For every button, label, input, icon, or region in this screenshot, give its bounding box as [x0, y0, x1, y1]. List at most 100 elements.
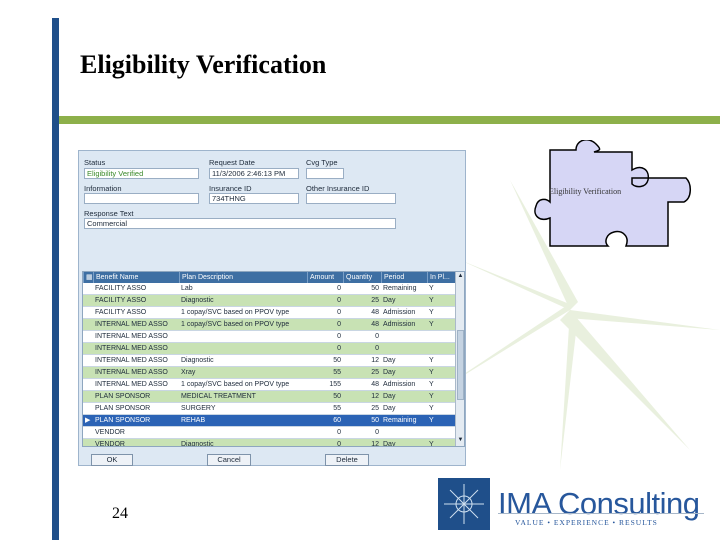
response-text-field[interactable]: Commercial: [84, 218, 396, 229]
row-selector[interactable]: [83, 355, 93, 367]
logo-tagline: VALUE • EXPERIENCE • RESULTS: [515, 518, 658, 527]
grid-scrollbar[interactable]: ▲ ▼: [455, 272, 464, 446]
cell-quantity: 25: [371, 405, 379, 412]
table-row[interactable]: INTERNAL MED ASSO Xray 55 25 Day Y: [83, 367, 455, 379]
cell-plan: [179, 331, 307, 343]
logo-company-name: IMA Consulting: [498, 486, 700, 521]
table-row[interactable]: INTERNAL MED ASSO 0 0: [83, 343, 455, 355]
cell-inplan: Y: [429, 405, 434, 412]
information-label: Information: [84, 184, 122, 193]
row-selector[interactable]: [83, 427, 93, 439]
cell-plan: Diagnostic: [181, 441, 214, 447]
cell-amount: 0: [337, 285, 341, 292]
cell-plan: SURGERY: [181, 405, 216, 412]
cell-inplan: Y: [429, 417, 434, 424]
column-header-period[interactable]: Period: [381, 272, 427, 283]
scroll-thumb[interactable]: [457, 330, 464, 400]
status-field[interactable]: Eligibility Verified: [84, 168, 199, 179]
insurance-id-field[interactable]: 734THNG: [209, 193, 299, 204]
cancel-button[interactable]: Cancel: [207, 454, 251, 466]
table-row[interactable]: FACILITY ASSO Lab 0 50 Remaining Y: [83, 283, 455, 295]
cell-period: [381, 343, 427, 355]
cell-period: [381, 331, 427, 343]
cell-amount: 0: [337, 429, 341, 436]
cell-quantity: 25: [371, 297, 379, 304]
delete-button[interactable]: Delete: [325, 454, 369, 466]
insurance-id-label: Insurance ID: [209, 184, 252, 193]
column-header-amount[interactable]: Amount: [307, 272, 343, 283]
row-pointer-icon[interactable]: ▶: [83, 415, 93, 427]
table-row[interactable]: FACILITY ASSO Diagnostic 0 25 Day Y: [83, 295, 455, 307]
cell-quantity: 48: [371, 309, 379, 316]
cell-quantity: 50: [371, 417, 379, 424]
cell-benefit: VENDOR: [95, 441, 125, 447]
cell-inplan: Y: [429, 297, 434, 304]
row-selector[interactable]: [83, 319, 93, 331]
cell-benefit: PLAN SPONSOR: [95, 405, 151, 412]
cell-quantity: 0: [375, 333, 379, 340]
cell-inplan: Y: [429, 393, 434, 400]
eligibility-dialog: Status Eligibility Verified Request Date…: [78, 150, 466, 466]
cell-period: Remaining: [383, 417, 417, 424]
table-row[interactable]: INTERNAL MED ASSO 0 0: [83, 331, 455, 343]
table-row[interactable]: INTERNAL MED ASSO 1 copay/SVC based on PP…: [83, 379, 455, 391]
cell-amount: 0: [337, 345, 341, 352]
cell-amount: 60: [333, 417, 341, 424]
cell-quantity: 50: [371, 285, 379, 292]
cell-inplan: Y: [429, 441, 434, 447]
scroll-down-icon[interactable]: ▼: [456, 436, 464, 445]
table-row[interactable]: INTERNAL MED ASSO 1 copay/SVC based on PP…: [83, 319, 455, 331]
cell-amount: 0: [337, 441, 341, 447]
status-label: Status: [84, 158, 106, 167]
cell-plan: Diagnostic: [181, 297, 214, 304]
row-selector[interactable]: [83, 391, 93, 403]
table-row[interactable]: PLAN SPONSOR MEDICAL TREATMENT 50 12 Day Y: [83, 391, 455, 403]
cell-amount: 0: [337, 297, 341, 304]
column-header-plan-description[interactable]: Plan Description: [179, 272, 307, 283]
cvg-type-label: Cvg Type: [306, 158, 338, 167]
cell-period: [381, 427, 427, 439]
information-field[interactable]: [84, 193, 199, 204]
cell-quantity: 0: [375, 345, 379, 352]
table-row[interactable]: VENDOR 0 0: [83, 427, 455, 439]
row-selector[interactable]: [83, 379, 93, 391]
column-header-quantity[interactable]: Quantity: [343, 272, 381, 283]
column-header-benefit-name[interactable]: Benefit Name: [93, 272, 179, 283]
row-selector[interactable]: [83, 367, 93, 379]
row-selector[interactable]: [83, 331, 93, 343]
row-selector[interactable]: [83, 439, 93, 446]
row-selector[interactable]: [83, 307, 93, 319]
cvg-type-field[interactable]: [306, 168, 344, 179]
title-underline-bar: [59, 116, 720, 124]
cell-inplan: Y: [429, 357, 434, 364]
row-selector[interactable]: [83, 343, 93, 355]
request-date-field[interactable]: 11/3/2006 2:46:13 PM: [209, 168, 299, 179]
cell-plan: Diagnostic: [181, 357, 214, 364]
logo-divider: [498, 513, 704, 514]
other-insurance-id-field[interactable]: [306, 193, 396, 204]
cell-inplan: [427, 331, 455, 343]
cell-period: Day: [383, 405, 396, 412]
other-insurance-id-label: Other Insurance ID: [306, 184, 370, 193]
ok-button[interactable]: OK: [91, 454, 133, 466]
column-header-in-plan[interactable]: In Pl...: [427, 272, 455, 283]
table-row[interactable]: ▶ PLAN SPONSOR REHAB 60 50 Remaining Y: [83, 415, 455, 427]
row-selector[interactable]: [83, 283, 93, 295]
cell-plan: Lab: [181, 285, 193, 292]
table-row[interactable]: INTERNAL MED ASSO Diagnostic 50 12 Day Y: [83, 355, 455, 367]
cell-inplan: Y: [429, 369, 434, 376]
cell-quantity: 12: [371, 357, 379, 364]
row-selector[interactable]: [83, 295, 93, 307]
cell-period: Admission: [383, 321, 416, 328]
row-selector[interactable]: [83, 403, 93, 415]
scroll-up-icon[interactable]: ▲: [456, 272, 464, 281]
table-row[interactable]: VENDOR Diagnostic 0 12 Day Y: [83, 439, 455, 447]
cell-period: Day: [383, 369, 396, 376]
cell-benefit: INTERNAL MED ASSO: [95, 381, 168, 388]
cell-amount: 55: [333, 369, 341, 376]
table-row[interactable]: FACILITY ASSO 1 copay/SVC based on PPOV t…: [83, 307, 455, 319]
table-row[interactable]: PLAN SPONSOR SURGERY 55 25 Day Y: [83, 403, 455, 415]
response-text-label: Response Text: [84, 209, 134, 218]
cell-inplan: [427, 427, 455, 439]
cell-benefit: PLAN SPONSOR: [95, 417, 151, 424]
